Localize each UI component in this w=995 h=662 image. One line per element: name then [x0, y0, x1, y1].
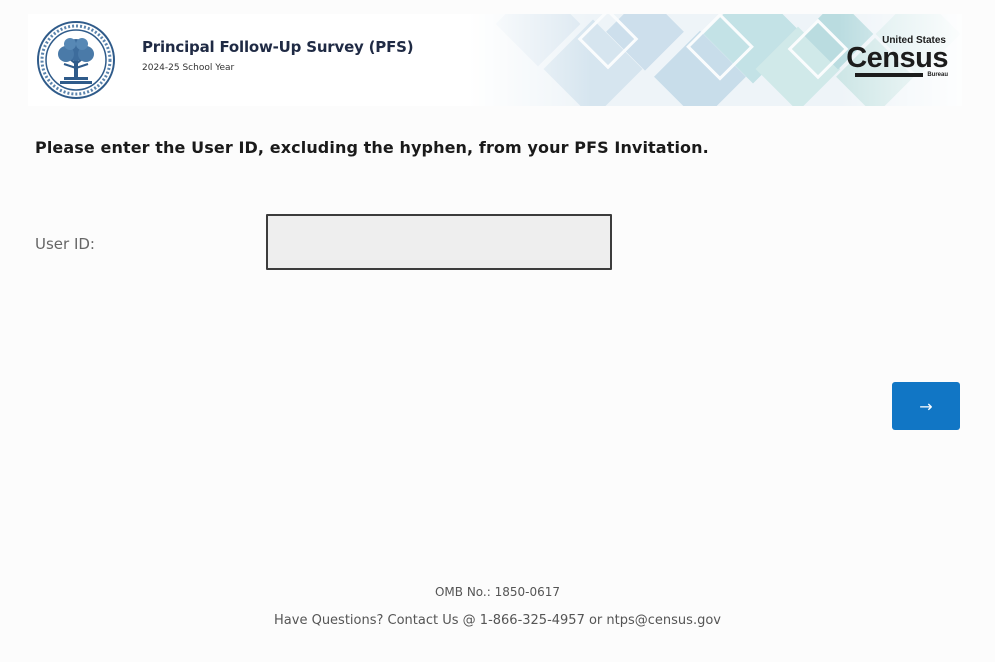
instruction-text: Please enter the User ID, excluding the …	[35, 138, 709, 157]
department-of-education-seal-icon	[37, 21, 115, 99]
census-logo-main: Census	[846, 42, 948, 74]
arrow-right-icon: →	[919, 396, 933, 416]
census-logo-bar	[855, 73, 924, 77]
census-logo-bottom: Bureau	[927, 72, 948, 78]
user-id-input[interactable]	[266, 214, 612, 270]
user-id-label: User ID:	[35, 235, 95, 253]
census-bureau-logo: United States Census Bureau	[844, 36, 948, 86]
school-year: 2024-25 School Year	[142, 63, 235, 73]
omb-number: OMB No.: 1850-0617	[434, 585, 561, 599]
next-button[interactable]: →	[892, 382, 960, 430]
page-header: Principal Follow-Up Survey (PFS) 2024-25…	[28, 14, 962, 106]
contact-info: Have Questions? Contact Us @ 1-866-325-4…	[274, 613, 721, 628]
survey-title: Principal Follow-Up Survey (PFS)	[142, 38, 414, 56]
